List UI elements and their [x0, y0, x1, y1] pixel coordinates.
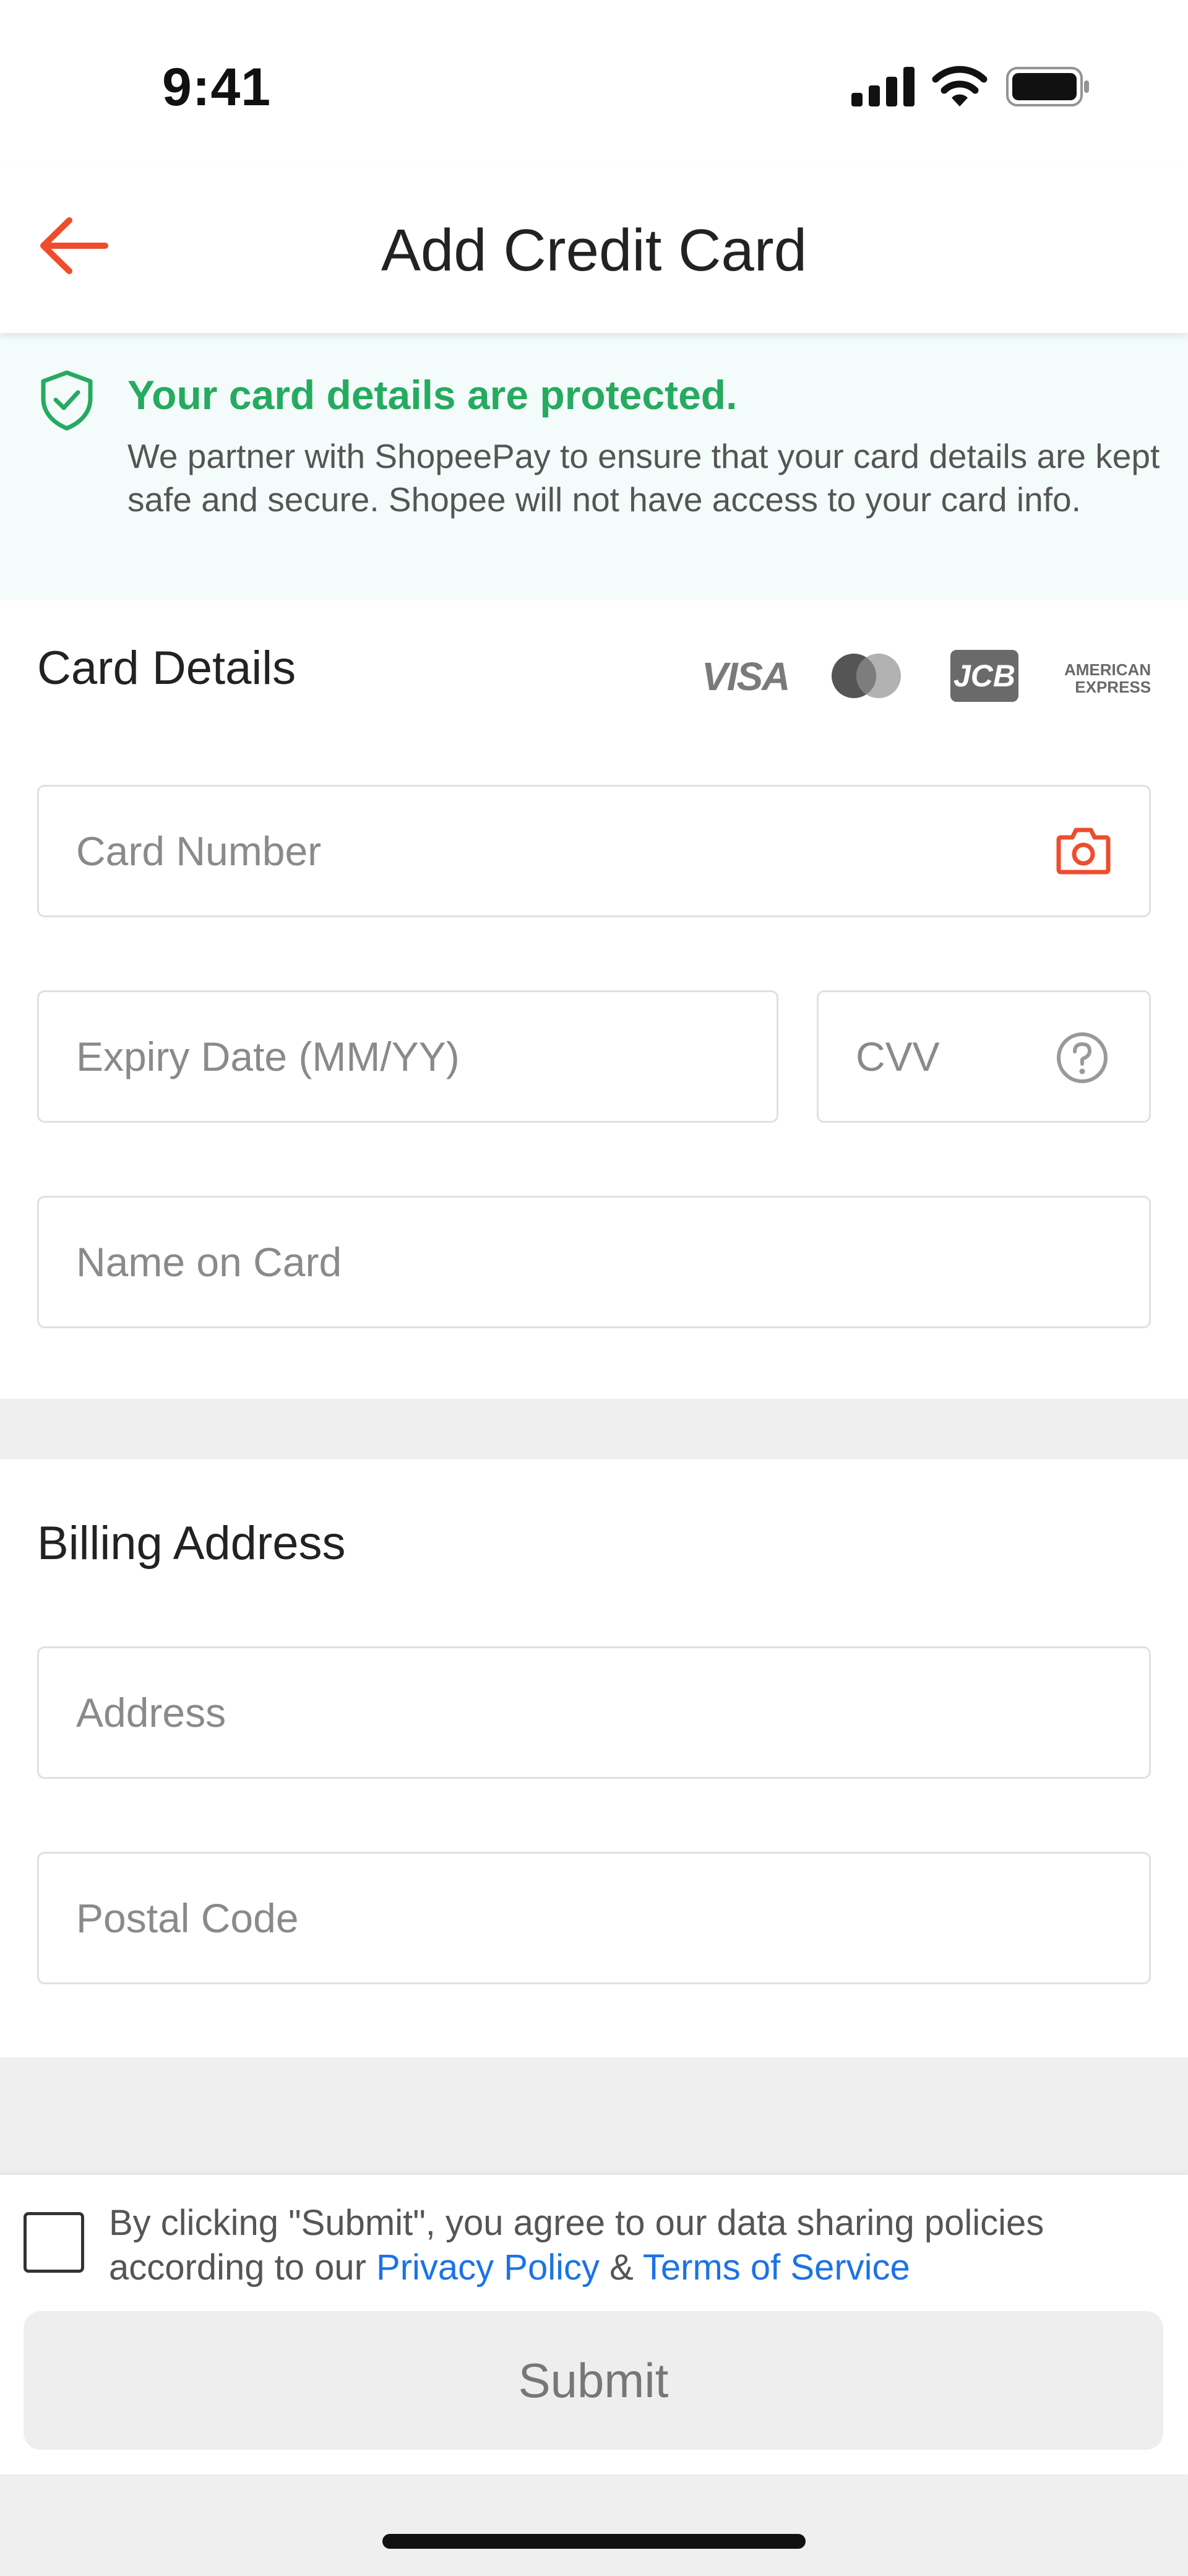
card-details-section: Card Details VISA JCB AMERICAN EXPRESS	[0, 600, 1188, 1399]
postal-code-input[interactable]	[76, 1854, 1062, 1982]
question-circle-icon[interactable]	[1055, 1031, 1109, 1085]
nav-bar: Add Credit Card	[0, 167, 1188, 333]
amex-logo-line2: EXPRESS	[1075, 678, 1151, 696]
billing-address-title: Billing Address	[37, 1517, 346, 1570]
cvv-input[interactable]	[856, 992, 1017, 1121]
card-number-input[interactable]	[76, 787, 1062, 915]
mastercard-logo	[832, 654, 901, 698]
name-on-card-input[interactable]	[76, 1198, 1062, 1326]
address-input[interactable]	[76, 1648, 1062, 1777]
expiry-date-field[interactable]	[37, 990, 778, 1123]
privacy-policy-link[interactable]: Privacy Policy	[376, 2247, 600, 2288]
visa-logo: VISA	[702, 654, 790, 699]
shield-check-icon	[41, 370, 93, 431]
name-on-card-field[interactable]	[37, 1196, 1151, 1328]
terms-of-service-link[interactable]: Terms of Service	[643, 2247, 910, 2288]
camera-icon[interactable]	[1055, 824, 1112, 876]
submit-button[interactable]: Submit	[24, 2311, 1163, 2450]
page-title: Add Credit Card	[381, 217, 807, 283]
status-time: 9:41	[162, 58, 272, 117]
expiry-date-input[interactable]	[76, 992, 690, 1121]
protection-banner: Your card details are protected. We part…	[0, 333, 1188, 600]
agree-text-amp: &	[600, 2247, 643, 2288]
postal-code-field[interactable]	[37, 1852, 1151, 1984]
agree-checkbox[interactable]	[24, 2212, 84, 2273]
cvv-field[interactable]	[817, 990, 1151, 1123]
submit-footer: By clicking "Submit", you agree to our d…	[0, 2175, 1188, 2474]
home-indicator	[382, 2534, 806, 2549]
agree-text: By clicking "Submit", you agree to our d…	[109, 2201, 1161, 2290]
card-details-title: Card Details	[37, 642, 296, 694]
protection-title: Your card details are protected.	[127, 372, 738, 418]
address-field[interactable]	[37, 1646, 1151, 1779]
jcb-logo: JCB	[950, 650, 1018, 702]
battery-icon	[1006, 67, 1089, 106]
status-bar: 9:41	[0, 0, 1188, 167]
protection-description: We partner with ShopeePay to ensure that…	[127, 437, 1160, 519]
amex-logo-line1: AMERICAN	[1064, 660, 1151, 679]
cellular-signal-icon	[851, 67, 915, 106]
wifi-icon	[932, 66, 988, 106]
card-number-field[interactable]	[37, 785, 1151, 917]
amex-logo: AMERICAN EXPRESS	[1064, 661, 1151, 696]
billing-address-section: Billing Address	[0, 1459, 1188, 2057]
